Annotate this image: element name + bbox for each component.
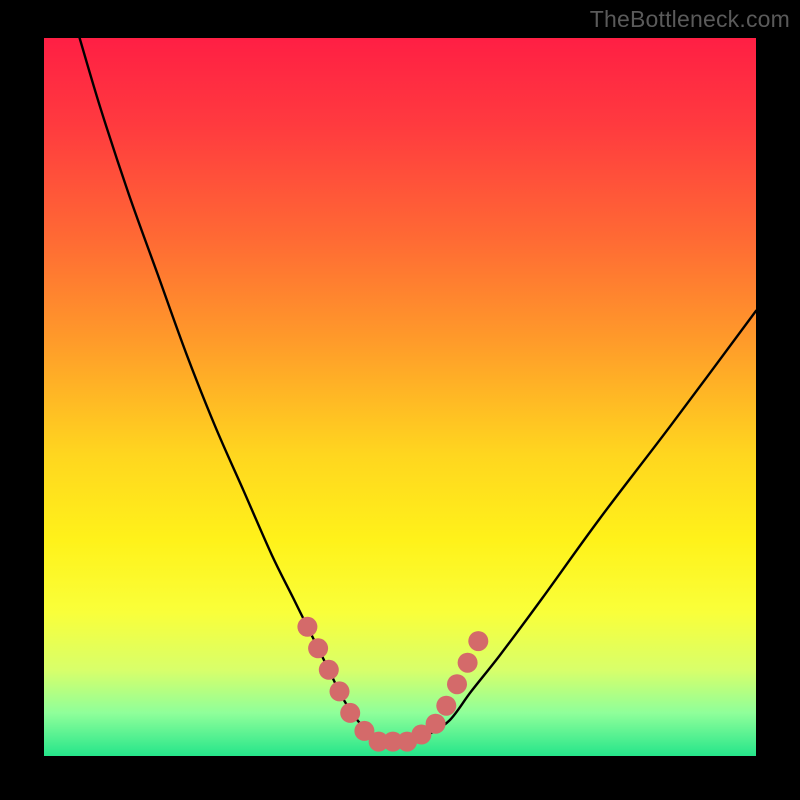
watermark-text: TheBottleneck.com	[590, 6, 790, 33]
highlight-dots-group	[297, 617, 488, 752]
highlight-dot	[330, 681, 350, 701]
highlight-dot	[468, 631, 488, 651]
highlight-dot	[297, 617, 317, 637]
highlight-dot	[436, 696, 456, 716]
highlight-dot	[426, 714, 446, 734]
highlight-dot	[319, 660, 339, 680]
highlight-dot	[308, 638, 328, 658]
highlight-dot	[458, 653, 478, 673]
chart-frame: TheBottleneck.com	[0, 0, 800, 800]
highlight-dot	[340, 703, 360, 723]
chart-svg	[44, 38, 756, 756]
gradient-plot-area	[44, 38, 756, 756]
bottleneck-curve-path	[80, 38, 756, 742]
highlight-dot	[447, 674, 467, 694]
